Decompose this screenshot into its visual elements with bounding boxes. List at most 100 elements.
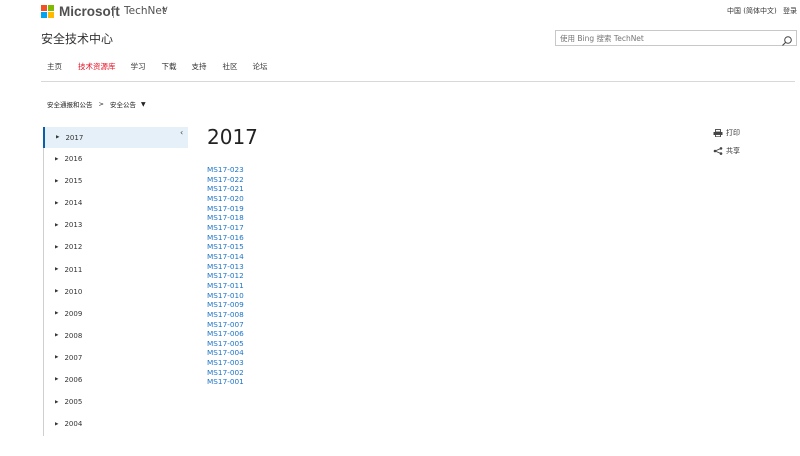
caret-down-icon[interactable]: ▼: [141, 101, 146, 108]
sidebar-item-2017[interactable]: ▶ 2017: [43, 127, 188, 148]
logo-square-red: [41, 5, 47, 11]
logo-square-green: [48, 5, 54, 11]
nav-item-learn[interactable]: 学习: [131, 61, 146, 73]
expand-arrow-icon: ▶: [55, 399, 59, 405]
microsoft-logo-icon[interactable]: [41, 5, 55, 19]
sidebar-item-2012[interactable]: ▶ 2012: [44, 236, 188, 258]
bulletin-link[interactable]: MS17-014: [207, 252, 244, 262]
sidebar-item-2016[interactable]: ▶ 2016: [44, 148, 188, 170]
collapse-sidebar-icon[interactable]: ‹: [180, 128, 183, 137]
breadcrumb-separator: >: [98, 100, 104, 108]
bulletin-link[interactable]: MS17-004: [207, 348, 244, 358]
sidebar-item-label: 2017: [65, 133, 84, 142]
sidebar-item-label: 2012: [64, 243, 83, 252]
sidebar-item-label: 2009: [64, 309, 83, 318]
expand-arrow-icon: ▶: [55, 333, 59, 339]
share-label: 共享: [726, 147, 740, 155]
bulletin-link[interactable]: MS17-005: [207, 339, 244, 349]
bulletin-link[interactable]: MS17-022: [207, 175, 244, 185]
page-title: 2017: [207, 125, 258, 149]
bulletin-link[interactable]: MS17-021: [207, 184, 244, 194]
expand-arrow-icon: ▶: [55, 289, 59, 295]
breadcrumb-item-security-bulletins[interactable]: 安全公告: [110, 99, 136, 109]
sidebar-item-2004[interactable]: ▶ 2004: [44, 413, 188, 435]
nav-item-forums[interactable]: 论坛: [253, 61, 268, 73]
nav-divider: [41, 81, 795, 82]
sidebar-item-label: 2014: [64, 199, 83, 208]
logo-square-yellow: [48, 12, 54, 18]
year-sidebar: ▶ 2017 ▶ 2016 ▶ 2015 ▶ 2014 ▶ 2013 ▶ 2012 ▶ 201…: [43, 127, 188, 436]
bulletin-link[interactable]: MS17-023: [207, 165, 244, 175]
sidebar-item-2007[interactable]: ▶ 2007: [44, 347, 188, 369]
bulletin-link[interactable]: MS17-012: [207, 271, 244, 281]
nav-item-community[interactable]: 社区: [223, 61, 238, 73]
search-input[interactable]: [560, 32, 775, 44]
sidebar-item-label: 2008: [64, 331, 83, 340]
bulletin-link[interactable]: MS17-006: [207, 329, 244, 339]
bulletin-link[interactable]: MS17-001: [207, 377, 244, 387]
sidebar-item-2014[interactable]: ▶ 2014: [44, 192, 188, 214]
sidebar-item-label: 2016: [64, 155, 83, 164]
sidebar-item-label: 2010: [64, 287, 83, 296]
expand-arrow-icon: ▶: [55, 421, 59, 427]
bulletin-link[interactable]: MS17-011: [207, 281, 244, 291]
sidebar-item-label: 2004: [64, 420, 83, 429]
chevron-down-icon[interactable]: ∨: [162, 5, 169, 15]
locale-link[interactable]: 中国 (简体中文): [727, 6, 777, 16]
breadcrumb-item-bulletins[interactable]: 安全通报和公告: [47, 99, 93, 109]
print-button[interactable]: 打印: [713, 128, 740, 138]
section-menu[interactable]: TechNet: [124, 5, 166, 17]
share-icon: [713, 147, 723, 155]
main-nav: 主页 技术资源库 学习 下载 支持 社区 论坛: [47, 61, 268, 73]
expand-arrow-icon: ▶: [55, 355, 59, 361]
sidebar-item-2005[interactable]: ▶ 2005: [44, 391, 188, 413]
sidebar-item-label: 2005: [64, 398, 83, 407]
printer-icon: [713, 129, 723, 138]
bulletin-link[interactable]: MS17-016: [207, 233, 244, 243]
sidebar-item-label: 2011: [64, 265, 83, 274]
brand-name[interactable]: Microsoft: [59, 4, 120, 19]
bulletin-link[interactable]: MS17-010: [207, 291, 244, 301]
expand-arrow-icon: ▶: [55, 222, 59, 228]
sidebar-item-label: 2007: [64, 353, 83, 362]
sidebar-item-2006[interactable]: ▶ 2006: [44, 369, 188, 391]
bulletin-link[interactable]: MS17-003: [207, 358, 244, 368]
nav-item-support[interactable]: 支持: [192, 61, 207, 73]
nav-item-home[interactable]: 主页: [47, 61, 62, 73]
breadcrumb: 安全通报和公告 > 安全公告 ▼: [47, 99, 146, 109]
expand-arrow-icon: ▶: [55, 156, 59, 162]
sidebar-item-2015[interactable]: ▶ 2015: [44, 170, 188, 192]
bulletin-list: MS17-023 MS17-022 MS17-021 MS17-020 MS17…: [207, 165, 244, 387]
bulletin-link[interactable]: MS17-007: [207, 320, 244, 330]
share-button[interactable]: 共享: [713, 146, 740, 156]
sidebar-item-label: 2006: [64, 375, 83, 384]
bulletin-link[interactable]: MS17-017: [207, 223, 244, 233]
site-title[interactable]: 安全技术中心: [41, 30, 113, 47]
bulletin-link[interactable]: MS17-002: [207, 368, 244, 378]
bulletin-link[interactable]: MS17-009: [207, 300, 244, 310]
expand-arrow-icon: ▶: [56, 135, 60, 140]
sidebar-item-label: 2013: [64, 221, 83, 230]
expand-arrow-icon: ▶: [55, 178, 59, 184]
nav-item-library[interactable]: 技术资源库: [78, 61, 116, 73]
logo-square-blue: [41, 12, 47, 18]
bulletin-link[interactable]: MS17-018: [207, 213, 244, 223]
bulletin-link[interactable]: MS17-020: [207, 194, 244, 204]
bulletin-link[interactable]: MS17-019: [207, 204, 244, 214]
sidebar-item-2013[interactable]: ▶ 2013: [44, 214, 188, 236]
bulletin-link[interactable]: MS17-008: [207, 310, 244, 320]
bulletin-link[interactable]: MS17-015: [207, 242, 244, 252]
sidebar-item-2009[interactable]: ▶ 2009: [44, 303, 188, 325]
expand-arrow-icon: ▶: [55, 200, 59, 206]
search-icon[interactable]: [781, 32, 793, 46]
sidebar-item-2011[interactable]: ▶ 2011: [44, 258, 188, 280]
sidebar-item-2008[interactable]: ▶ 2008: [44, 325, 188, 347]
nav-item-downloads[interactable]: 下载: [162, 61, 177, 73]
top-bar: Microsoft TechNet ∨ 中国 (简体中文) 登录: [0, 0, 800, 24]
signin-link[interactable]: 登录: [783, 6, 797, 16]
bulletin-link[interactable]: MS17-013: [207, 262, 244, 272]
sidebar-item-2010[interactable]: ▶ 2010: [44, 281, 188, 303]
print-label: 打印: [726, 129, 740, 137]
sidebar-item-label: 2015: [64, 177, 83, 186]
expand-arrow-icon: ▶: [55, 311, 59, 317]
